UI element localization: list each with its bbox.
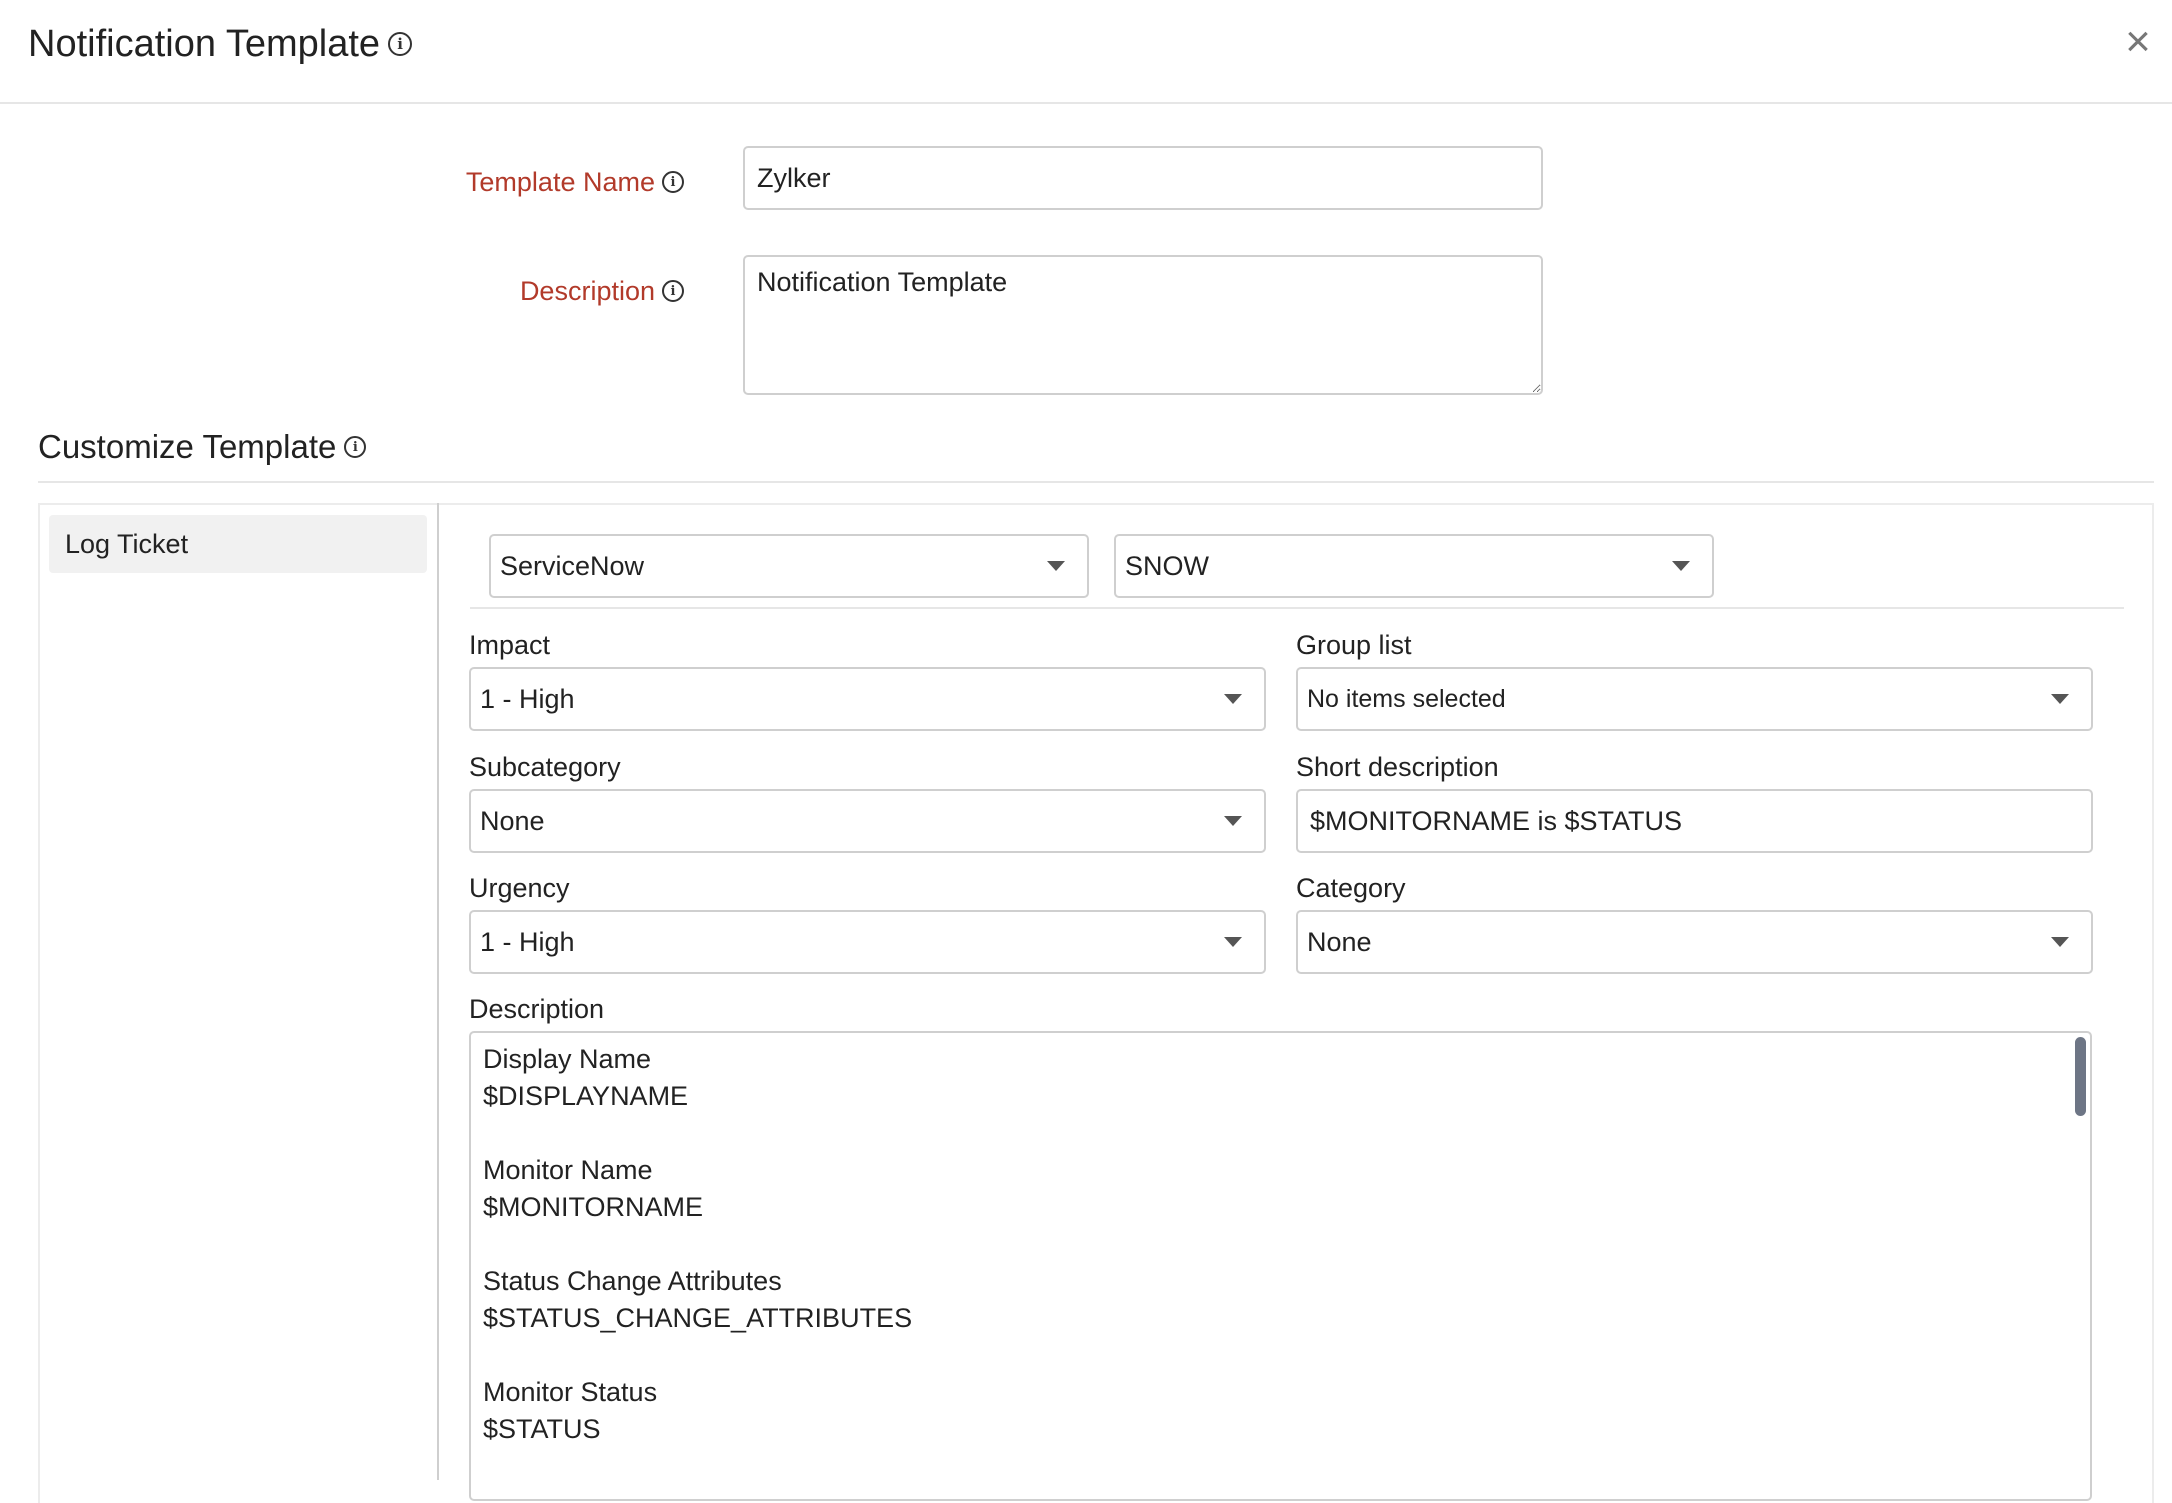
subcategory-select[interactable]: None [469, 789, 1266, 853]
group-list-select[interactable]: No items selected [1296, 667, 2093, 731]
toolbar-divider [470, 607, 2124, 609]
impact-select-value: 1 - High [480, 683, 575, 714]
service-select-value: ServiceNow [500, 550, 645, 581]
section-divider [38, 481, 2154, 483]
description-line [483, 1337, 2078, 1374]
impact-label: Impact [469, 630, 551, 660]
urgency-label: Urgency [469, 873, 570, 903]
caret-down-icon [1224, 816, 1242, 826]
sidebar-divider [437, 503, 439, 1480]
description-line: $MONITORNAME [483, 1192, 704, 1222]
group-list-label: Group list [1296, 630, 1412, 660]
template-description-label: Description [469, 994, 605, 1024]
short-description-input[interactable] [1296, 789, 2093, 853]
description-line: Monitor Name [483, 1155, 653, 1185]
caret-down-icon [1224, 937, 1242, 947]
instance-select[interactable]: SNOW [1114, 534, 1714, 598]
caret-down-icon [1047, 561, 1065, 571]
category-select-value: None [1307, 926, 1372, 957]
info-icon[interactable]: i [662, 280, 684, 302]
impact-select[interactable]: 1 - High [469, 667, 1266, 731]
dialog-title-row: Notification Template i [28, 18, 413, 70]
description-line [483, 1115, 2078, 1152]
category-select[interactable]: None [1296, 910, 2093, 974]
service-select[interactable]: ServiceNow [489, 534, 1089, 598]
close-icon[interactable]: × [2114, 18, 2162, 66]
template-name-input[interactable] [743, 146, 1543, 210]
short-description-label: Short description [1296, 752, 1499, 782]
dialog-title: Notification Template [28, 23, 381, 65]
description-line: $DISPLAYNAME [483, 1081, 689, 1111]
description-line: Monitor Status [483, 1377, 658, 1407]
description-scrollbar[interactable] [2075, 1037, 2086, 1116]
template-description-editor[interactable]: Display Name $DISPLAYNAME Monitor Name $… [469, 1031, 2092, 1501]
description-label-row: Description i [300, 271, 684, 311]
template-name-label: Template Name [465, 166, 655, 197]
description-line: $STATUS_CHANGE_ATTRIBUTES [483, 1303, 913, 1333]
customize-template-title-row: Customize Template i [38, 428, 367, 466]
instance-select-value: SNOW [1125, 550, 1209, 581]
info-icon[interactable]: i [344, 436, 367, 458]
urgency-select[interactable]: 1 - High [469, 910, 1266, 974]
customize-template-title: Customize Template [38, 428, 337, 465]
urgency-select-value: 1 - High [480, 926, 575, 957]
sidebar-item-label: Log Ticket [65, 528, 189, 559]
category-label: Category [1296, 873, 1406, 903]
group-list-select-value: No items selected [1307, 684, 1506, 713]
info-icon[interactable]: i [662, 171, 684, 193]
description-line: Status Change Attributes [483, 1266, 782, 1296]
description-line: $STATUS [483, 1414, 601, 1444]
description-line [483, 1226, 2078, 1263]
caret-down-icon [2051, 694, 2069, 704]
description-label: Description [519, 275, 655, 306]
caret-down-icon [1672, 561, 1690, 571]
caret-down-icon [1224, 694, 1242, 704]
description-textarea[interactable]: Notification Template [743, 255, 1543, 395]
subcategory-label: Subcategory [469, 752, 621, 782]
template-name-label-row: Template Name i [300, 162, 684, 202]
description-line: Display Name [483, 1044, 652, 1074]
dialog-header: Notification Template i × [0, 0, 2172, 104]
subcategory-select-value: None [480, 805, 545, 836]
sidebar-item-log-ticket[interactable]: Log Ticket [49, 515, 427, 573]
caret-down-icon [2051, 937, 2069, 947]
info-icon[interactable]: i [388, 32, 413, 56]
